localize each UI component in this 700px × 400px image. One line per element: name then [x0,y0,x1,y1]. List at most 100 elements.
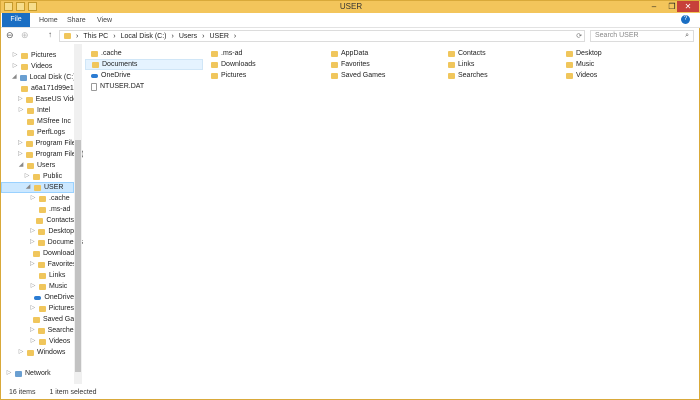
tree-item[interactable]: ▷ Videos [1,61,74,72]
folder-icon [27,162,34,169]
file-item[interactable]: Pictures [205,70,323,81]
tree-item[interactable]: ▷ Pictures [1,50,74,61]
expander-icon[interactable]: ▷ [30,336,36,347]
tree-item[interactable]: ▷ Desktop [1,226,74,237]
expander-icon[interactable]: ▷ [18,94,23,105]
tree-item[interactable]: ▷ Windows [1,347,74,358]
tree-item[interactable]: ▷ Favorites [1,259,76,270]
breadcrumb-users[interactable]: Users [179,33,197,40]
expander-icon[interactable]: ▷ [30,226,35,237]
forward-button[interactable]: ⊕ [21,30,29,41]
file-item[interactable]: Downloads [205,59,323,70]
file-item[interactable]: .cache [85,48,203,59]
expander-icon[interactable]: ▷ [24,171,30,182]
file-item[interactable]: Desktop [560,48,678,59]
tree-item[interactable]: ▷ Public [1,171,74,182]
tree-item[interactable]: ▷ Program Files ( [1,149,83,160]
tree-item[interactable]: ▷ Pictures [1,303,74,314]
folder-icon [36,217,44,224]
tab-home[interactable]: Home [33,15,64,26]
expander-icon[interactable]: ◢ [25,182,31,193]
file-item[interactable]: Contacts [442,48,560,59]
file-item[interactable]: Videos [560,70,678,81]
tree-item[interactable]: Contacts [1,215,74,226]
tree-item[interactable]: ▷ Videos [1,336,74,347]
folder-icon [64,33,71,39]
file-item[interactable]: NTUSER.DAT [85,81,203,92]
search-input[interactable]: Search USER ⌕ [590,30,694,42]
expander-icon[interactable]: ▷ [30,237,35,248]
minimize-button[interactable]: – [645,1,663,12]
expander-icon[interactable]: ▷ [30,281,36,292]
explorer-window: USER – ❐ ✕ File Home Share View ? ⊖ ⊕ ↑ … [0,0,700,400]
expander-icon[interactable]: ▷ [12,50,18,61]
scrollbar-thumb[interactable] [75,140,81,372]
cloud-icon [34,295,42,300]
tree-item[interactable]: ▷ Documents [1,237,83,248]
tree-item[interactable]: ◢ Users [1,160,74,171]
file-item-label: Links [458,61,475,68]
help-icon[interactable]: ? [681,15,690,24]
file-item[interactable]: AppData [325,48,443,59]
refresh-icon[interactable]: ⟳ [576,32,584,40]
expander-icon[interactable]: ▷ [18,347,24,358]
tree-item[interactable]: PerfLogs [1,127,74,138]
expander-icon[interactable]: ▷ [30,259,35,270]
nav-scrollbar[interactable] [74,44,82,384]
tab-share[interactable]: Share [61,15,92,26]
file-item[interactable]: OneDrive [85,70,203,81]
file-item[interactable]: Documents [85,59,203,70]
tree-item[interactable]: ◢ Local Disk (C:) [1,72,76,83]
expander-icon[interactable]: ▷ [30,325,35,336]
close-button[interactable]: ✕ [677,1,699,12]
tree-item[interactable]: ▷ .cache [1,193,74,204]
tree-item[interactable]: ▷ Searches [1,325,77,336]
tab-file[interactable]: File [2,13,30,27]
expander-icon[interactable]: ▷ [18,138,23,149]
search-icon: ⌕ [685,32,689,39]
tree-item[interactable]: ◢ USER [1,182,74,193]
folder-icon [27,107,34,114]
expander-icon[interactable]: ◢ [12,72,17,83]
tab-view[interactable]: View [91,15,118,26]
tree-item[interactable]: ▷ Intel [1,105,74,116]
tree-item[interactable]: ▷ Program Files [1,138,79,149]
tree-item[interactable]: .ms-ad [1,204,74,215]
tree-item[interactable]: Saved Gam [1,314,80,325]
back-button[interactable]: ⊖ [6,30,14,41]
tree-item[interactable]: ▷ EaseUS Video E [1,94,83,105]
expander-icon[interactable]: ▷ [18,105,24,116]
up-button[interactable]: ↑ [48,30,52,39]
breadcrumb-this-pc[interactable]: This PC [83,33,108,40]
file-item[interactable]: Saved Games [325,70,443,81]
drive-icon [15,370,22,377]
expander-icon[interactable]: ▷ [6,368,12,379]
tree-item[interactable]: OneDrive [1,292,74,303]
breadcrumb-local-disk[interactable]: Local Disk (C:) [121,33,167,40]
folder-icon [566,50,573,57]
expander-icon[interactable]: ◢ [18,160,24,171]
address-input[interactable]: › This PC › Local Disk (C:) › Users › USER ›… [59,30,585,42]
tree-item-label: Intel [37,107,51,114]
expander-icon[interactable]: ▷ [30,303,36,314]
file-item[interactable]: Searches [442,70,560,81]
tree-item[interactable]: Links [1,270,74,281]
tree-item[interactable]: Downloads [1,248,78,259]
tree-item-label: Searches [47,327,78,334]
file-item[interactable]: .ms-ad [205,48,323,59]
folder-icon [38,305,46,312]
tree-item[interactable]: ▷ Music [1,281,74,292]
title-bar: USER – ❐ ✕ [1,1,700,13]
breadcrumb-user[interactable]: USER [209,33,228,40]
tree-item-label: Videos [31,63,53,70]
expander-icon[interactable]: ▷ [30,193,36,204]
file-item[interactable]: Links [442,59,560,70]
file-item[interactable]: Music [560,59,678,70]
file-item[interactable]: Favorites [325,59,443,70]
tree-item[interactable]: ▷ Network [1,368,74,379]
tree-item[interactable]: MSfree Inc [1,116,74,127]
expander-icon[interactable]: ▷ [12,61,18,72]
expander-icon[interactable]: ▷ [18,149,23,160]
file-item-label: NTUSER.DAT [100,83,145,90]
tree-item[interactable]: a6a171d99e15b [1,83,82,94]
